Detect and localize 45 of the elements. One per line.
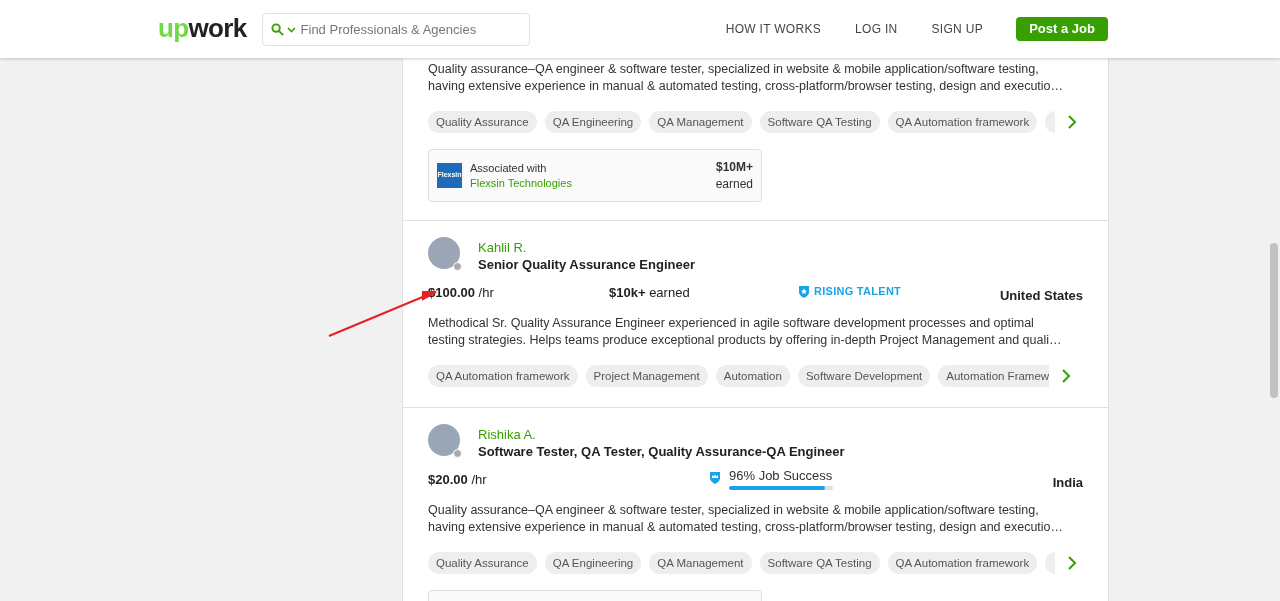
shield-star-icon xyxy=(798,284,810,298)
skill-tag[interactable]: Quality Assurance xyxy=(428,552,537,574)
shield-icon xyxy=(709,470,721,484)
skill-tag[interactable]: Project Management xyxy=(585,365,708,387)
search-icon xyxy=(270,22,284,36)
skill-tag[interactable]: Quality Assurance xyxy=(428,111,537,133)
avatar-photo-placeholder xyxy=(428,424,460,456)
freelancer-description: Quality assurance–QA engineer & software tester, specialized in website & mobile application/software testing, having extensive experience in manual & automated testing, cross-platform/browser testing, design and executio… xyxy=(428,502,1065,536)
skill-tag[interactable]: QA Automation framework xyxy=(887,552,1038,574)
skill-tag[interactable]: Automation xyxy=(715,365,790,387)
freelancer-name[interactable]: Rishika A. xyxy=(478,426,845,443)
hourly-rate: $20.00 /hr xyxy=(428,471,488,490)
logo[interactable]: upwork xyxy=(158,15,247,41)
nav-link[interactable]: SIGN UP xyxy=(931,20,983,38)
skill-tag[interactable]: Software QA Testing xyxy=(759,111,880,133)
freelancer-title: Senior Quality Assurance Engineer xyxy=(478,256,695,273)
skill-tag[interactable]: QA Engineering xyxy=(544,552,642,574)
skill-tag[interactable]: Automation Framew xyxy=(938,365,1050,387)
skill-tag[interactable]: QA Automation framework xyxy=(428,365,578,387)
skill-tag[interactable]: QA Management xyxy=(649,552,752,574)
country: India xyxy=(1052,474,1083,493)
freelancer-name[interactable]: Kahlil R. xyxy=(478,239,695,256)
chevron-right-icon[interactable] xyxy=(1061,369,1072,383)
avatar-photo-placeholder xyxy=(428,237,460,269)
freelancer-description: Methodical Sr. Quality Assurance Engineer experienced in agile software development processes and optimal testing strategies. Helps teams produce exceptional products by offering in-depth Project Management and quali… xyxy=(428,315,1063,349)
skill-tag[interactable]: QA Automation framework xyxy=(887,111,1038,133)
nav-link[interactable]: HOW IT WORKS xyxy=(725,20,822,38)
skill-tag[interactable]: QA Management xyxy=(649,111,752,133)
total-earned: $10k+ earned xyxy=(609,284,691,303)
caret-icon[interactable] xyxy=(286,26,296,33)
badge-label: RISING TALENT xyxy=(814,283,902,299)
freelancer-title: Software Tester, QA Tester, Quality Assurance-QA Engineer xyxy=(478,443,845,460)
search-field[interactable]: Find Professionals & Agencies xyxy=(261,12,530,46)
job-success-label: 96% Job Success xyxy=(729,466,833,485)
agency-amount: $10M+ xyxy=(715,158,753,176)
associated-label: Associated with xyxy=(470,160,548,176)
chevron-right-icon[interactable] xyxy=(1067,115,1078,129)
country: United States xyxy=(999,287,1083,306)
freelancer-description: Quality assurance–QA engineer & software tester, specialized in website & mobile application/software testing, having extensive experience in manual & automated testing, cross-platform/browser testing, design and executio… xyxy=(428,61,1065,95)
agency-amount-label: earned xyxy=(715,175,753,193)
nav-link[interactable]: LOG IN xyxy=(855,20,898,38)
skill-tag[interactable]: QA Engineering xyxy=(544,111,642,133)
skill-tag[interactable]: Software Development xyxy=(797,365,931,387)
chevron-right-icon[interactable] xyxy=(1067,556,1078,570)
skill-tag[interactable]: Software QA Testing xyxy=(759,552,880,574)
